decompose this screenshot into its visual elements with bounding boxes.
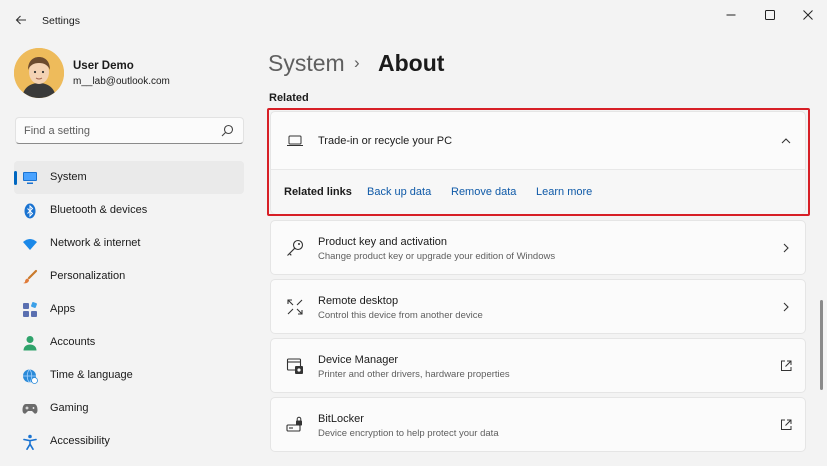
bitlocker-card[interactable]: BitLocker Device encryption to help prot… [270, 397, 806, 452]
key-icon [285, 238, 305, 258]
title-bar: Settings [0, 0, 827, 38]
user-email: m__lab@outlook.com [73, 76, 170, 87]
back-arrow-icon [15, 15, 26, 25]
open-external-icon [779, 359, 793, 373]
card-subtitle: Device encryption to help protect your d… [318, 428, 499, 439]
sidebar-item-label: Accessibility [50, 435, 110, 447]
sidebar-item-network[interactable]: Network & internet [14, 227, 244, 260]
remote-desktop-card[interactable]: Remote desktop Control this device from … [270, 279, 806, 334]
card-title: Device Manager [318, 354, 399, 366]
brush-icon [22, 269, 38, 285]
accessibility-icon [22, 434, 38, 450]
app-title: Settings [42, 15, 80, 27]
wifi-icon [22, 236, 38, 252]
globe-clock-icon [22, 368, 38, 384]
user-avatar-icon [14, 48, 64, 98]
apps-icon [22, 302, 38, 318]
user-name: User Demo [73, 60, 134, 72]
bluetooth-icon [22, 203, 38, 219]
sidebar-item-system[interactable]: System [14, 161, 244, 194]
highlight-annotation-box [267, 108, 810, 216]
search-input[interactable]: Find a setting [15, 117, 244, 144]
page-title: About [378, 50, 445, 76]
settings-window: Settings User Demo m__lab@outlook.com Fi… [0, 0, 827, 466]
back-button[interactable] [10, 9, 32, 31]
sidebar-item-accounts[interactable]: Accounts [14, 326, 244, 359]
sidebar-item-label: System [50, 171, 87, 183]
remote-desktop-icon [285, 297, 305, 317]
search-placeholder: Find a setting [24, 125, 91, 137]
sidebar-item-label: Network & internet [50, 237, 141, 249]
breadcrumb-separator: › [354, 53, 360, 72]
card-subtitle: Change product key or upgrade your editi… [318, 251, 556, 262]
maximize-button[interactable] [759, 6, 781, 24]
close-button[interactable] [797, 6, 819, 24]
scrollbar-thumb[interactable] [820, 300, 823, 390]
product-key-card[interactable]: Product key and activation Change produc… [270, 220, 806, 275]
bitlocker-icon [285, 415, 305, 435]
device-manager-card[interactable]: Device Manager Printer and other drivers… [270, 338, 806, 393]
close-icon [803, 10, 813, 20]
card-subtitle: Printer and other drivers, hardware prop… [318, 369, 510, 380]
avatar[interactable] [14, 48, 64, 98]
sidebar-item-label: Personalization [50, 270, 126, 282]
breadcrumb-parent[interactable]: System [268, 50, 345, 77]
section-heading-related: Related [269, 92, 309, 104]
search-icon[interactable] [221, 124, 234, 137]
sidebar-item-label: Gaming [50, 402, 89, 414]
gamepad-icon [22, 401, 38, 417]
device-manager-icon [285, 356, 305, 376]
sidebar-item-accessibility[interactable]: Accessibility [14, 425, 244, 458]
card-title: Product key and activation [318, 236, 448, 248]
card-title: BitLocker [318, 413, 364, 425]
sidebar-item-label: Apps [50, 303, 76, 315]
sidebar-item-bluetooth[interactable]: Bluetooth & devices [14, 194, 244, 227]
sidebar-nav: System Bluetooth & devices Network & int… [14, 161, 244, 458]
sidebar-item-personalization[interactable]: Personalization [14, 260, 244, 293]
sidebar-item-gaming[interactable]: Gaming [14, 392, 244, 425]
sidebar-item-label: Bluetooth & devices [50, 204, 148, 216]
sidebar-item-label: Accounts [50, 336, 96, 348]
monitor-icon [22, 170, 38, 186]
maximize-icon [765, 10, 775, 20]
sidebar-item-time-language[interactable]: Time & language [14, 359, 244, 392]
person-icon [22, 335, 38, 351]
minimize-button[interactable] [720, 6, 742, 24]
sidebar-item-label: Time & language [50, 369, 133, 381]
minimize-icon [726, 14, 736, 16]
chevron-right-icon [779, 241, 793, 255]
active-indicator [14, 171, 17, 185]
open-external-icon [779, 418, 793, 432]
sidebar-item-apps[interactable]: Apps [14, 293, 244, 326]
card-title: Remote desktop [318, 295, 399, 307]
chevron-right-icon [779, 300, 793, 314]
card-subtitle: Control this device from another device [318, 310, 483, 321]
